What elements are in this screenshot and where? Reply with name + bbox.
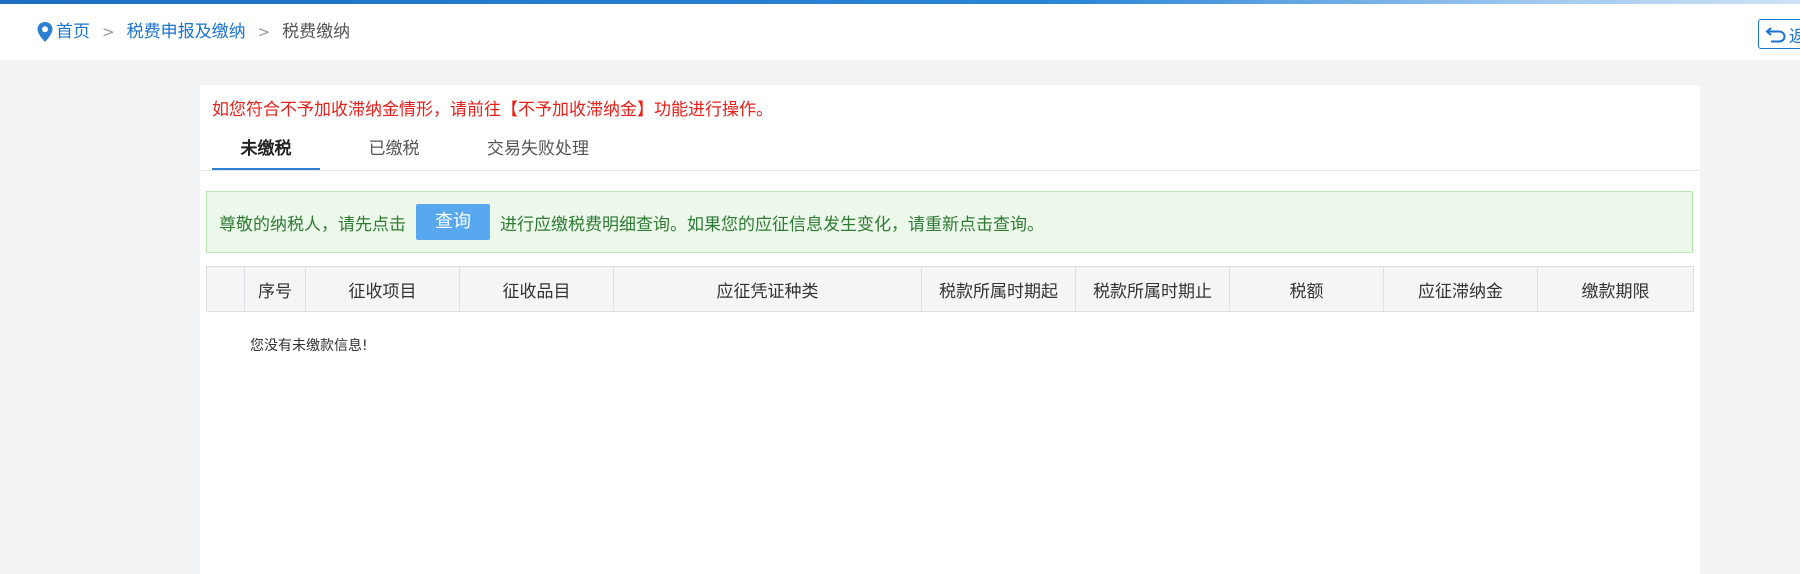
location-pin-icon bbox=[37, 22, 53, 42]
column-header-voucher-type: 应征凭证种类 bbox=[613, 266, 922, 312]
back-button-label: 返 bbox=[1789, 26, 1800, 47]
column-header-select bbox=[206, 266, 245, 312]
info-text-after: 进行应缴税费明细查询。如果您的应征信息发生变化，请重新点击查询。 bbox=[500, 214, 1044, 235]
info-text-before: 尊敬的纳税人，请先点击 bbox=[219, 214, 406, 235]
unpaid-tax-table: 序号 征收项目 征收品目 应征凭证种类 税款所属时期起 税款所属时期止 税额 应… bbox=[206, 266, 1694, 312]
query-button[interactable]: 查询 bbox=[416, 204, 490, 240]
column-header-late-fee: 应征滞纳金 bbox=[1383, 266, 1538, 312]
breadcrumb-separator: > bbox=[102, 23, 115, 41]
query-info-bar: 尊敬的纳税人，请先点击 查询 进行应缴税费明细查询。如果您的应征信息发生变化，请… bbox=[206, 191, 1693, 253]
column-header-period-start: 税款所属时期起 bbox=[921, 266, 1076, 312]
tab-paid[interactable]: 已缴税 bbox=[340, 129, 448, 170]
back-button[interactable]: 返 bbox=[1758, 19, 1800, 49]
return-arrow-icon bbox=[1765, 27, 1786, 43]
column-header-tax-amount: 税额 bbox=[1229, 266, 1384, 312]
empty-table-message: 您没有未缴款信息! bbox=[250, 338, 368, 354]
breadcrumb: 首页 > 税费申报及缴纳 > 税费缴纳 bbox=[36, 20, 350, 44]
breadcrumb-current-page: 税费缴纳 bbox=[282, 22, 351, 42]
column-header-index: 序号 bbox=[244, 266, 306, 312]
breadcrumb-home-link[interactable]: 首页 bbox=[56, 20, 90, 44]
table-header-row: 序号 征收项目 征收品目 应征凭证种类 税款所属时期起 税款所属时期止 税额 应… bbox=[206, 266, 1694, 312]
column-header-levy-item: 征收项目 bbox=[305, 266, 460, 312]
column-header-levy-category: 征收品目 bbox=[459, 266, 614, 312]
column-header-payment-deadline: 缴款期限 bbox=[1537, 266, 1694, 312]
breadcrumb-tax-declaration-link[interactable]: 税费申报及缴纳 bbox=[127, 20, 246, 44]
column-header-period-end: 税款所属时期止 bbox=[1075, 266, 1230, 312]
breadcrumb-bar: 首页 > 税费申报及缴纳 > 税费缴纳 返 bbox=[0, 4, 1800, 60]
payment-tabs: 未缴税 已缴税 交易失败处理 bbox=[200, 129, 1700, 171]
tab-transaction-failure[interactable]: 交易失败处理 bbox=[468, 129, 608, 170]
breadcrumb-separator: > bbox=[257, 23, 271, 41]
tab-unpaid[interactable]: 未缴税 bbox=[212, 129, 320, 170]
tax-payment-panel: 如您符合不予加收滞纳金情形，请前往【不予加收滞纳金】功能进行操作。 未缴税 已缴… bbox=[200, 85, 1700, 574]
late-fee-exemption-notice: 如您符合不予加收滞纳金情形，请前往【不予加收滞纳金】功能进行操作。 bbox=[212, 100, 773, 120]
